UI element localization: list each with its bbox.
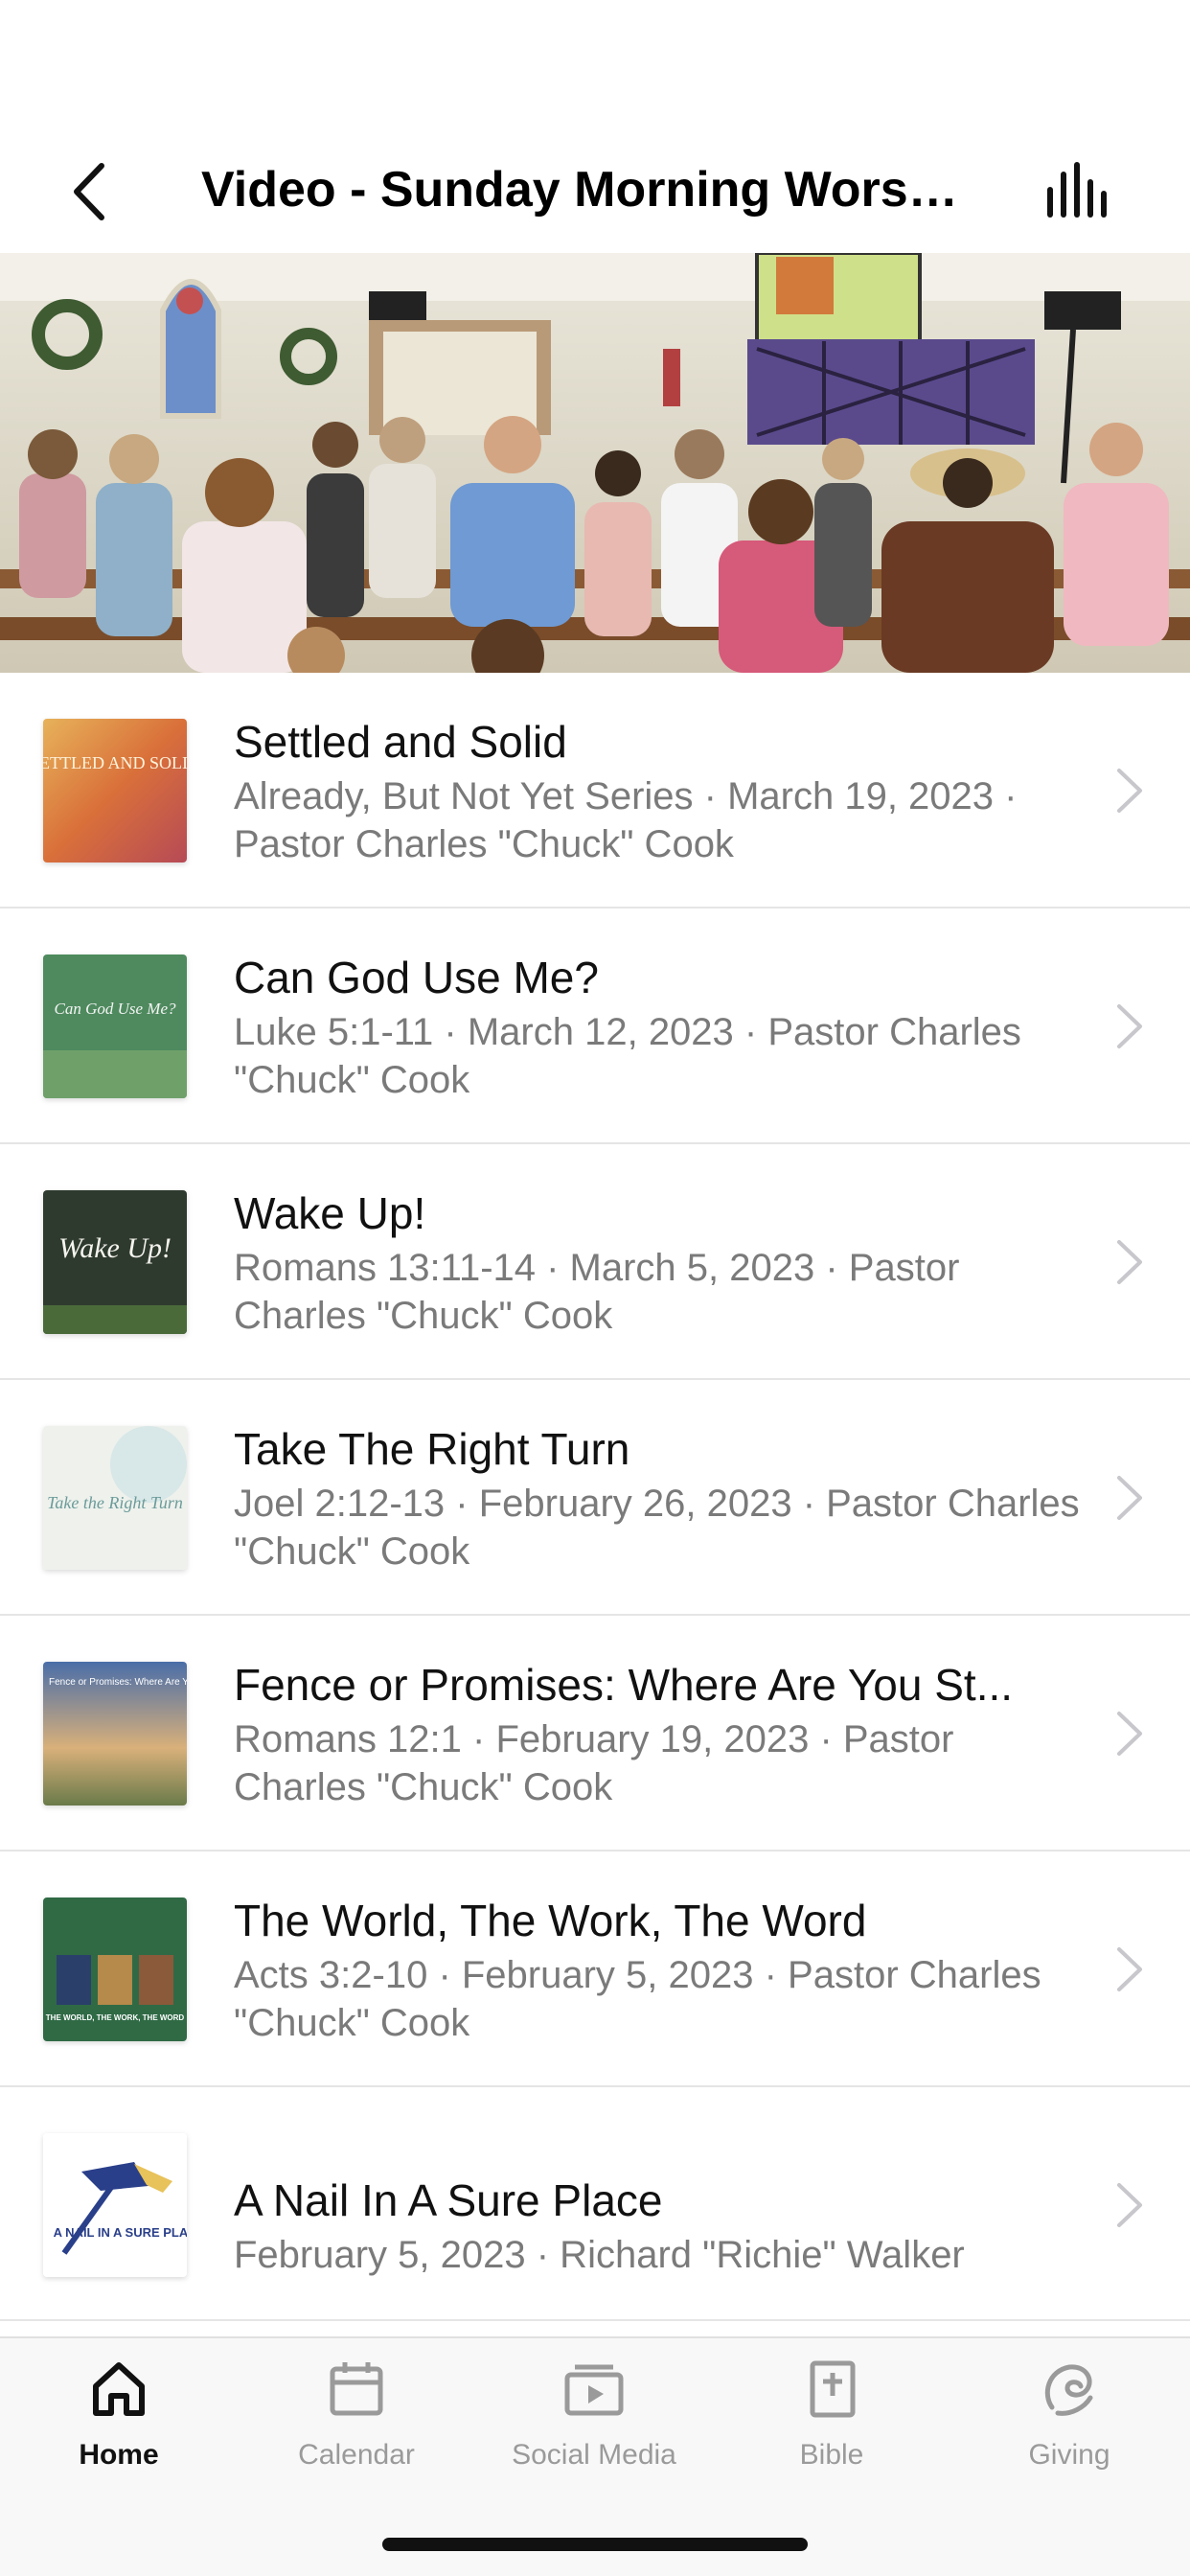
tab-calendar[interactable]: Calendar	[238, 2359, 475, 2513]
tab-giving[interactable]: Giving	[950, 2359, 1188, 2513]
thumb-text: Fence or Promises: Where Are You Standin…	[49, 1677, 187, 1688]
list-item[interactable]: Can God Use Me? Can God Use Me? Luke 5:1…	[0, 908, 1190, 1144]
sermon-thumbnail: THE WORLD, THE WORK, THE WORD	[43, 1898, 187, 2041]
hero-image	[0, 253, 1190, 673]
sermon-subtitle: Luke 5:1-11 · March 12, 2023 · Pastor Ch…	[234, 1011, 1021, 1101]
tab-home[interactable]: Home	[0, 2359, 238, 2513]
sermon-title: Settled and Solid	[234, 717, 567, 767]
thumb-text: A NAIL IN A SURE PLACE	[54, 2225, 187, 2240]
sermon-thumbnail: Can God Use Me?	[43, 954, 187, 1098]
sermon-thumbnail: Fence or Promises: Where Are You Standin…	[43, 1662, 187, 1806]
chevron-right-icon	[1117, 1004, 1142, 1048]
sermon-subtitle: Acts 3:2-10 · February 5, 2023 · Pastor …	[234, 1954, 1041, 2044]
sermon-thumbnail: SETTLED AND SOLID	[43, 719, 187, 862]
sermon-title: Can God Use Me?	[234, 953, 599, 1002]
sermon-title: A Nail In A Sure Place	[234, 2175, 663, 2225]
sermon-subtitle: February 5, 2023 · Richard "Richie" Walk…	[234, 2234, 965, 2276]
sermon-list: SETTLED AND SOLID Settled and Solid Alre…	[0, 673, 1190, 2321]
home-indicator	[382, 2538, 808, 2551]
back-button[interactable]	[59, 153, 117, 230]
list-item[interactable]: SETTLED AND SOLID Settled and Solid Alre…	[0, 673, 1190, 908]
list-item[interactable]: A NAIL IN A SURE PLACE A Nail In A Sure …	[0, 2087, 1190, 2321]
sermon-title: The World, The Work, The Word	[234, 1896, 867, 1945]
tab-label: Bible	[799, 2439, 864, 2471]
sermon-thumbnail: Wake Up!	[43, 1190, 187, 1334]
list-item[interactable]: Take the Right Turn Take The Right Turn …	[0, 1380, 1190, 1616]
sermon-subtitle: Joel 2:12-13 · February 26, 2023 · Pasto…	[234, 1483, 1080, 1573]
thumb-text: SETTLED AND SOLID	[43, 753, 187, 772]
calendar-icon	[330, 2362, 383, 2416]
thumb-text: Take the Right Turn	[47, 1493, 183, 1512]
sermon-thumbnail: Take the Right Turn	[43, 1426, 187, 1570]
sermon-thumbnail: A NAIL IN A SURE PLACE	[43, 2133, 187, 2277]
bible-icon	[810, 2360, 856, 2418]
chevron-left-icon	[74, 163, 104, 220]
congregation-photo	[0, 253, 1190, 673]
chevron-right-icon	[1117, 2183, 1142, 2227]
tab-label: Calendar	[298, 2439, 415, 2471]
sermon-subtitle: Romans 13:11-14 · March 5, 2023 · Pastor…	[234, 1247, 960, 1337]
home-icon	[93, 2362, 145, 2416]
chevron-right-icon	[1117, 769, 1142, 813]
thumb-text: THE WORLD, THE WORK, THE WORD	[46, 2013, 185, 2022]
sermon-title: Take The Right Turn	[234, 1424, 630, 1474]
equalizer-icon	[1047, 162, 1107, 218]
page-title: Video - Sunday Morning Worshi...	[201, 162, 977, 218]
sermon-title: Fence or Promises: Where Are You St...	[234, 1660, 1014, 1710]
tab-label: Giving	[1028, 2439, 1110, 2471]
audio-button[interactable]	[1044, 161, 1113, 218]
sermon-subtitle: Romans 12:1 · February 19, 2023 · Pastor…	[234, 1718, 954, 1808]
list-item[interactable]: THE WORLD, THE WORK, THE WORD The World,…	[0, 1852, 1190, 2087]
tab-label: Social Media	[512, 2439, 676, 2471]
tab-social-media[interactable]: Social Media	[475, 2359, 713, 2513]
sermon-title: Wake Up!	[234, 1188, 426, 1238]
tab-bible[interactable]: Bible	[713, 2359, 950, 2513]
list-item[interactable]: Wake Up! Wake Up! Romans 13:11-14 · Marc…	[0, 1144, 1190, 1380]
chevron-right-icon	[1117, 1712, 1142, 1756]
chevron-right-icon	[1117, 1476, 1142, 1520]
thumb-text: Wake Up!	[58, 1232, 172, 1264]
tab-label: Home	[79, 2439, 159, 2471]
video-play-icon	[564, 2364, 624, 2416]
sermon-subtitle: Already, But Not Yet Series · March 19, …	[234, 775, 1018, 865]
thumb-text: Can God Use Me?	[54, 1000, 176, 1018]
nav-header: Video - Sunday Morning Worshi...	[0, 0, 1190, 253]
giving-icon	[1044, 2364, 1093, 2416]
chevron-right-icon	[1117, 1947, 1142, 1991]
chevron-right-icon	[1117, 1240, 1142, 1284]
list-item[interactable]: Fence or Promises: Where Are You Standin…	[0, 1616, 1190, 1852]
